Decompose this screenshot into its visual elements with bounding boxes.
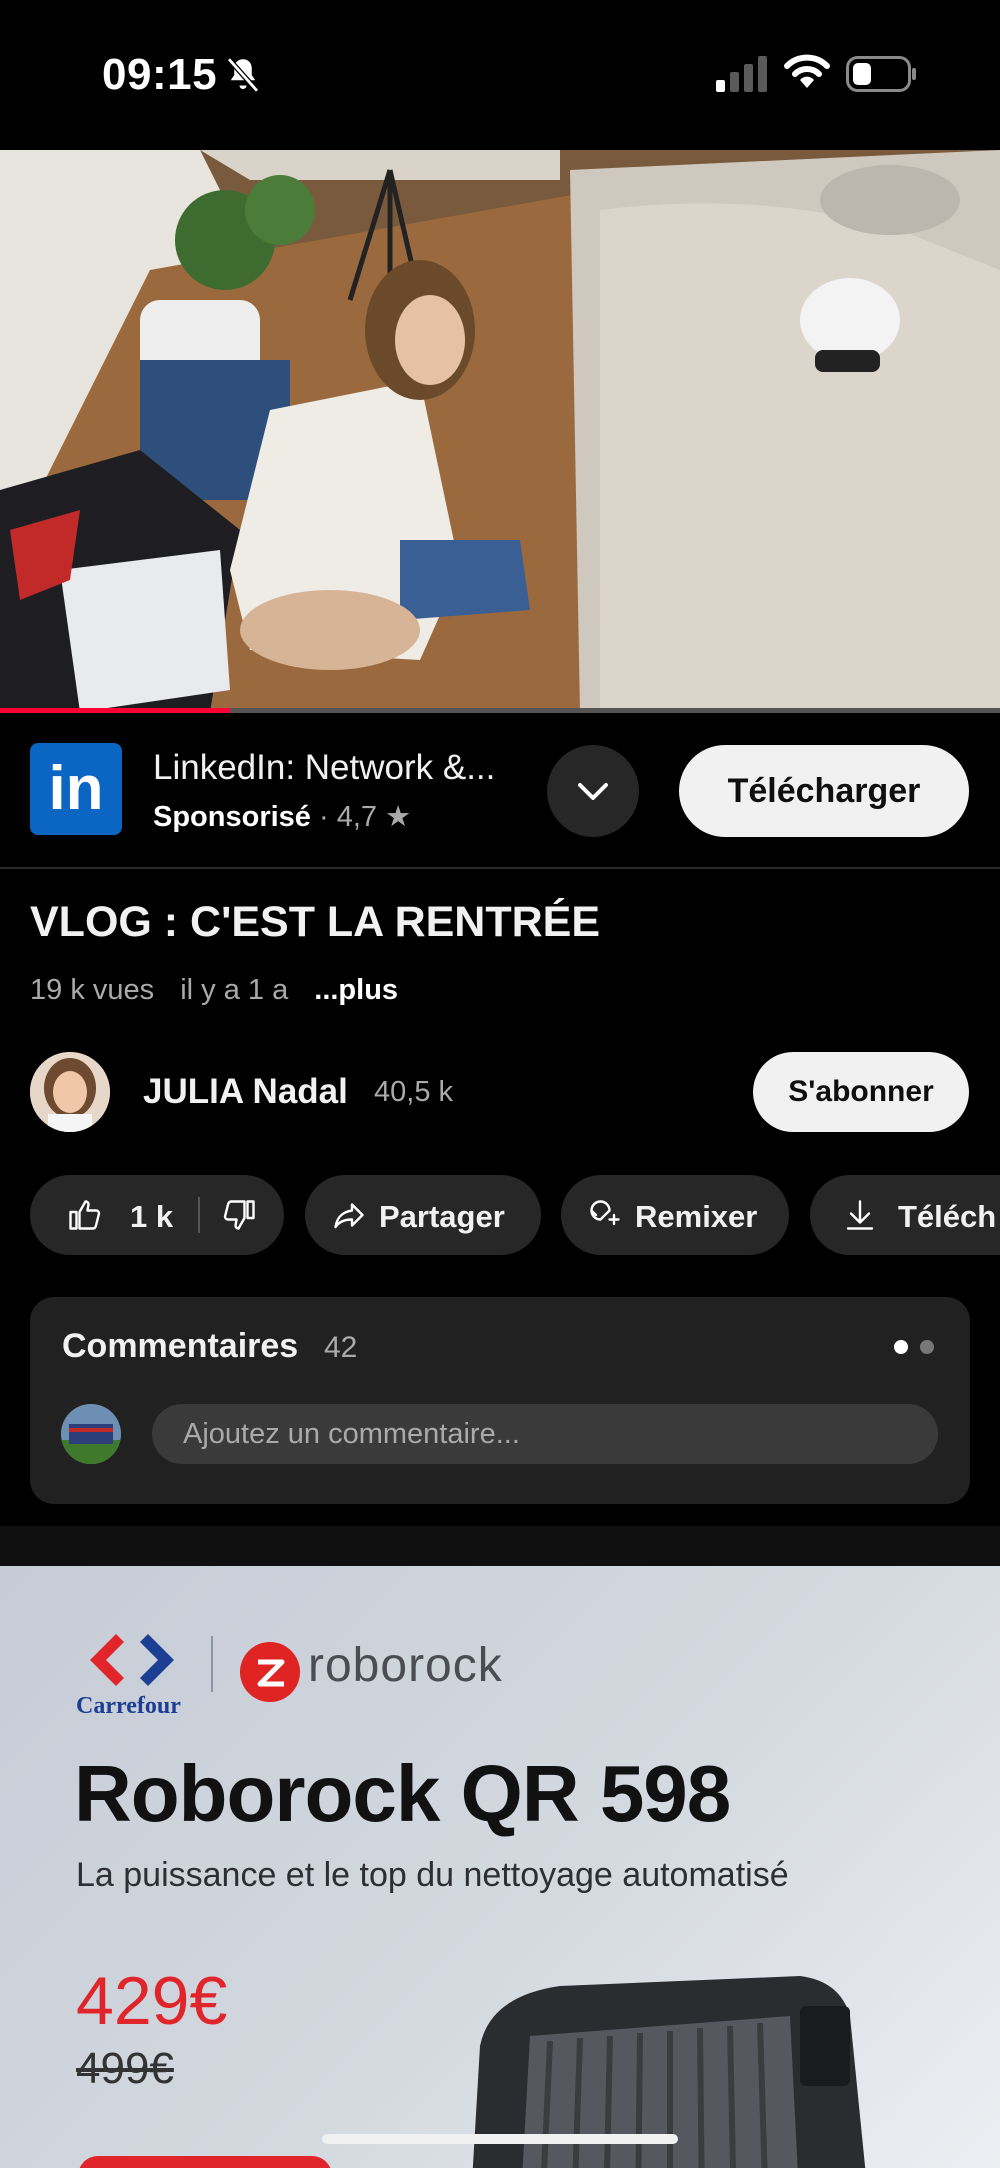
ad-expand-button[interactable] <box>547 745 639 837</box>
download-button[interactable]: Téléch <box>810 1175 1000 1255</box>
ad-download-button[interactable]: Télécharger <box>679 745 969 837</box>
like-divider <box>198 1197 200 1233</box>
roborock-banner-ad[interactable]: Carrefour roborock Roborock QR 598 La pu… <box>0 1566 1000 2168</box>
ad-separator: · <box>319 801 329 833</box>
ad-subtitle: Sponsorisé · 4,7 ★ <box>153 799 411 834</box>
video-player[interactable] <box>0 150 1000 712</box>
battery-icon <box>846 56 916 92</box>
subscribe-button[interactable]: S'abonner <box>753 1052 969 1132</box>
video-title: VLOG : C'EST LA RENTRÉE <box>30 898 601 946</box>
roborock-wordmark: roborock <box>308 1639 503 1692</box>
comments-title: Commentaires <box>62 1327 299 1365</box>
roborock-logo <box>240 1642 300 1702</box>
more-link[interactable]: ...plus <box>314 974 398 1006</box>
product-tagline: La puissance et le top du nettoyage auto… <box>76 1856 789 1894</box>
roborock-logo-mark <box>257 1659 285 1687</box>
carrefour-wordmark: Carrefour <box>76 1693 181 1719</box>
channel-name[interactable]: JULIA Nadal <box>143 1072 348 1112</box>
remix-icon <box>590 1200 620 1226</box>
view-count: 19 k vues <box>30 974 155 1006</box>
star-icon: ★ <box>385 801 412 833</box>
home-indicator[interactable] <box>322 2134 678 2144</box>
comments-section[interactable]: Commentaires 42 Ajoutez un commentaire..… <box>30 1297 970 1504</box>
comment-input[interactable]: Ajoutez un commentaire... <box>152 1404 938 1464</box>
share-button[interactable]: Partager <box>305 1175 541 1255</box>
video-frame <box>0 150 1000 712</box>
carousel-dot-active <box>894 1340 908 1354</box>
avatar-image <box>30 1052 110 1132</box>
thumbs-down-icon[interactable] <box>222 1197 258 1233</box>
section-separator <box>0 1526 1000 1566</box>
comments-count: 42 <box>324 1331 358 1364</box>
logo-divider <box>211 1636 213 1692</box>
user-avatar-image <box>61 1404 121 1464</box>
product-title: Roborock QR 598 <box>74 1749 731 1838</box>
like-count[interactable]: 1 k <box>130 1199 173 1235</box>
cellular-signal-icon <box>716 56 767 92</box>
download-icon <box>846 1200 874 1230</box>
linkedin-logo: in <box>30 743 122 835</box>
chevron-down-icon <box>578 783 608 800</box>
ad-app-name: LinkedIn: Network &... <box>153 748 496 787</box>
sponsored-label: Sponsorisé <box>153 801 311 833</box>
product-price: 429€ <box>76 1963 228 2039</box>
carousel-dot <box>920 1340 934 1354</box>
remix-button[interactable]: Remixer <box>561 1175 789 1255</box>
status-time: 09:15 <box>102 50 218 99</box>
thumbs-up-icon[interactable] <box>66 1197 102 1233</box>
download-label: Téléch <box>898 1199 997 1234</box>
subscriber-count: 40,5 k <box>374 1076 453 1108</box>
like-dislike-pill: 1 k <box>30 1175 284 1255</box>
product-old-price: 499€ <box>76 2044 174 2093</box>
share-icon <box>334 1203 364 1229</box>
remix-label: Remixer <box>635 1199 758 1234</box>
user-avatar <box>61 1404 121 1464</box>
banner-cta-button[interactable] <box>78 2156 332 2168</box>
status-bar: 09:15 <box>0 0 1000 150</box>
sponsored-ad-row[interactable]: in LinkedIn: Network &... Sponsorisé · 4… <box>0 713 1000 869</box>
channel-avatar[interactable] <box>30 1052 110 1132</box>
action-bar: 1 k Partager Remixer Téléch <box>30 1175 1000 1255</box>
ad-rating: 4,7 <box>336 801 378 833</box>
share-label: Partager <box>379 1199 505 1234</box>
upload-age: il y a 1 a <box>180 974 289 1006</box>
video-meta[interactable]: 19 k vues il y a 1 a ...plus <box>30 974 416 1007</box>
bell-muted-icon <box>227 57 259 93</box>
wifi-icon <box>784 54 830 88</box>
